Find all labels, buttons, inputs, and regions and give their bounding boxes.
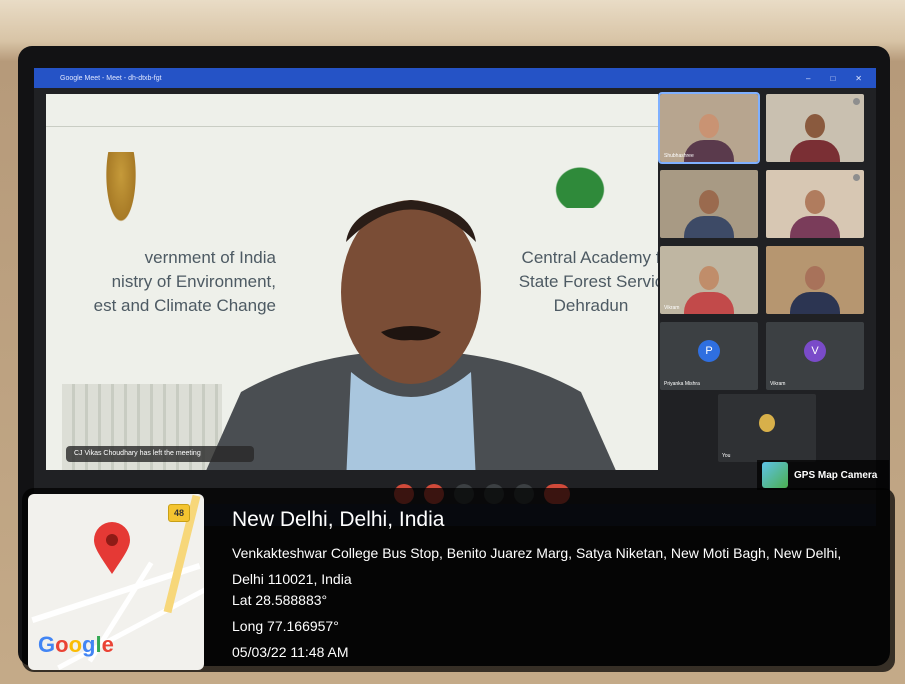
google-logo: Google [38, 632, 114, 657]
self-view-tile[interactable]: You [718, 394, 816, 462]
participant-tile[interactable]: Shubhashree [658, 92, 760, 164]
participant-tile[interactable] [660, 170, 758, 238]
more-options-icon[interactable] [853, 98, 860, 105]
longitude: Long 77.166957° [232, 618, 339, 634]
latitude: Lat 28.588883° [232, 592, 328, 608]
more-options-icon[interactable] [853, 174, 860, 181]
laptop-screen: Google Meet - Meet - dh-dtxb-fgt – □ ✕ v… [34, 68, 876, 526]
gps-camera-badge: GPS Map Camera [757, 460, 889, 490]
maximize-icon[interactable]: □ [830, 74, 835, 83]
national-emblem-icon [104, 152, 138, 228]
meet-title-bar: Google Meet - Meet - dh-dtxb-fgt – □ ✕ [34, 68, 876, 88]
window-title: Google Meet - Meet - dh-dtxb-fgt [60, 74, 162, 82]
avatar: P [698, 339, 720, 362]
location-title: New Delhi, Delhi, India [232, 508, 445, 531]
close-icon[interactable]: ✕ [855, 74, 862, 83]
timestamp: 05/03/22 11:48 AM [232, 644, 349, 660]
participant-tile[interactable]: V Vikram [766, 322, 864, 390]
road-shield: 48 [168, 504, 190, 522]
participant-tile[interactable]: Vikram [660, 246, 758, 314]
avatar: V [804, 339, 826, 362]
presenter-video [206, 200, 616, 470]
participant-tile[interactable]: P Priyanka Mishra [660, 322, 758, 390]
gps-camera-icon [762, 462, 788, 488]
presenter-tile: vernment of India nistry of Environment,… [46, 94, 658, 470]
participant-tile[interactable] [766, 246, 864, 314]
minimize-icon[interactable]: – [806, 74, 810, 83]
participant-tile[interactable] [766, 170, 864, 238]
meeting-caption: CJ Vikas Choudhary has left the meeting [66, 446, 254, 462]
participant-tile[interactable] [766, 94, 864, 162]
location-address: Venkakteshwar College Bus Stop, Benito J… [232, 545, 842, 587]
map-pin-icon [94, 522, 130, 574]
location-map: 48 Google [28, 494, 204, 670]
